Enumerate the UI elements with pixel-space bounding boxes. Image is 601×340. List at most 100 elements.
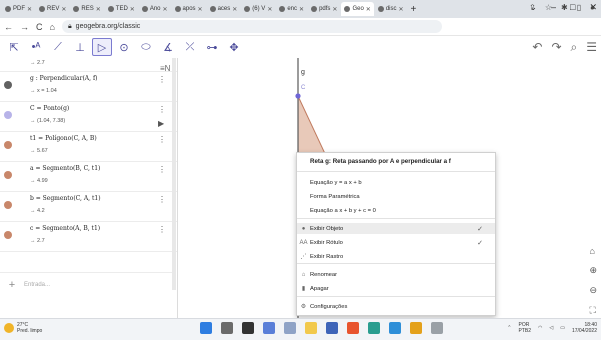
browser-tab[interactable]: RES ✕ xyxy=(70,2,103,16)
context-menu-item[interactable]: ▮ Apagar xyxy=(297,283,495,294)
tab-close-icon[interactable]: ✕ xyxy=(96,6,101,13)
algebra-expression[interactable]: g : Perpendicular(A, f) xyxy=(30,75,98,82)
more-options-icon[interactable]: ⋮ xyxy=(158,195,166,204)
redo-icon[interactable]: ↷ xyxy=(551,40,561,55)
polygon-tool-icon[interactable]: ▷ xyxy=(92,38,112,56)
context-menu-item[interactable]: ● Exibir Objeto ✓ xyxy=(297,223,495,234)
algebra-row[interactable]: t1 = Polígono(C, A, B) → 5.67 ⋮ xyxy=(0,132,177,162)
browser-tab[interactable]: REV ✕ xyxy=(36,2,69,16)
mail-icon[interactable] xyxy=(389,322,401,334)
clock[interactable]: 18:40 17/04/2022 xyxy=(572,322,597,334)
back-icon[interactable]: ← xyxy=(4,22,13,32)
start-icon[interactable] xyxy=(200,322,212,334)
extensions-icon[interactable]: ✱ xyxy=(561,3,568,12)
new-tab-icon[interactable]: + xyxy=(411,4,417,15)
taskview-icon[interactable] xyxy=(242,322,254,334)
search-icon[interactable]: ⌕ xyxy=(571,40,578,55)
undo-icon[interactable]: ↶ xyxy=(532,40,542,55)
more-options-icon[interactable]: ⋮ xyxy=(158,135,166,144)
star-icon[interactable]: ☆ xyxy=(545,3,552,12)
profile-icon[interactable]: ● xyxy=(590,3,595,12)
chrome-icon[interactable] xyxy=(410,322,422,334)
visibility-toggle-icon[interactable] xyxy=(4,81,12,89)
browser-tab[interactable]: Ano ✕ xyxy=(139,2,171,16)
play-animation-icon[interactable]: ▶ xyxy=(158,119,164,128)
more-options-icon[interactable]: ⋮ xyxy=(158,105,166,114)
algebra-row[interactable]: b = Segmento(C, A, t1) → 4.2 ⋮ xyxy=(0,192,177,222)
visibility-toggle-icon[interactable] xyxy=(4,141,12,149)
angle-tool-icon[interactable]: ∡ xyxy=(158,38,178,56)
edge-icon[interactable] xyxy=(368,322,380,334)
visibility-toggle-icon[interactable] xyxy=(4,231,12,239)
more-options-icon[interactable]: ⋮ xyxy=(158,225,166,234)
tab-close-icon[interactable]: ✕ xyxy=(366,6,371,13)
move-graphics-tool-icon[interactable]: ✥ xyxy=(224,38,244,56)
browser-tab[interactable]: enc ✕ xyxy=(276,2,307,16)
share-icon[interactable]: ⇪ xyxy=(529,3,536,12)
browser-tab[interactable]: disc ✕ xyxy=(375,2,407,16)
circle-tool-icon[interactable]: ⊙ xyxy=(114,38,134,56)
language-indicator[interactable]: POR PTB2 xyxy=(518,322,531,334)
point-tool-icon[interactable]: •ᴬ xyxy=(26,38,46,56)
visibility-toggle-icon[interactable] xyxy=(4,111,12,119)
visibility-toggle-icon[interactable] xyxy=(4,171,12,179)
algebra-row[interactable]: g : Perpendicular(A, f) → x = 1.04 ⋮ xyxy=(0,72,177,102)
context-menu-item[interactable]: AA Exibir Rótulo ✓ xyxy=(297,237,495,248)
add-input-icon[interactable]: + xyxy=(0,279,24,291)
algebra-row[interactable]: a = Segmento(B, C, t1) → 4.99 ⋮ xyxy=(0,162,177,192)
search-taskbar-icon[interactable] xyxy=(221,322,233,334)
tab-close-icon[interactable]: ✕ xyxy=(332,6,337,13)
browser-tab[interactable]: apos ✕ xyxy=(172,2,206,16)
browser-tab[interactable]: PDF ✕ xyxy=(2,2,35,16)
perpendicular-tool-icon[interactable]: ⊥ xyxy=(70,38,90,56)
tab-close-icon[interactable]: ✕ xyxy=(27,6,32,13)
browser-tab[interactable]: pdfs ✕ xyxy=(308,2,340,16)
reflect-tool-icon[interactable]: ⤫ xyxy=(180,38,200,56)
context-menu-item[interactable]: Forma Paramétrica xyxy=(297,191,495,202)
context-menu-item[interactable]: Equação y = a x + b xyxy=(297,177,495,188)
teams-icon[interactable] xyxy=(263,322,275,334)
tab-close-icon[interactable]: ✕ xyxy=(163,6,168,13)
office-icon[interactable] xyxy=(347,322,359,334)
context-menu-item[interactable]: ⌂ Renomear xyxy=(297,269,495,280)
url-field[interactable]: 🔒︎ geogebra.org/classic xyxy=(61,20,442,33)
zoom-in-icon[interactable]: ⊕ xyxy=(589,265,597,276)
algebra-expression[interactable]: t1 = Polígono(C, A, B) xyxy=(30,135,97,142)
algebra-expression[interactable]: C = Ponto(g) xyxy=(30,105,69,112)
reload-icon[interactable]: C xyxy=(36,22,43,32)
algebra-row[interactable]: c = Segmento(A, B, t1) → 2.7 ⋮ xyxy=(0,222,177,252)
context-menu-item[interactable]: Equação a x + b y + c = 0 xyxy=(297,205,495,216)
volume-icon[interactable]: ◁ xyxy=(549,325,553,331)
tab-close-icon[interactable]: ✕ xyxy=(299,6,304,13)
algebra-settings-icon[interactable]: ≡Ν xyxy=(160,64,170,73)
algebra-expression[interactable]: c = Segmento(A, B, t1) xyxy=(30,225,100,232)
tab-close-icon[interactable]: ✕ xyxy=(267,6,272,13)
tab-close-icon[interactable]: ✕ xyxy=(398,6,403,13)
browser-tab[interactable]: aces ✕ xyxy=(207,2,241,16)
more-options-icon[interactable]: ⋮ xyxy=(158,75,166,84)
weather-widget[interactable]: 27°C Pred. limpo xyxy=(4,322,42,334)
algebra-row[interactable]: C = Ponto(g) → (1.04, 7.38) ⋮ ▶ xyxy=(0,102,177,132)
visibility-toggle-icon[interactable] xyxy=(4,201,12,209)
context-menu-item[interactable]: ⋰ Exibir Rastro xyxy=(297,251,495,262)
browser-tab[interactable]: Geo ✕ xyxy=(341,2,374,16)
algebra-expression[interactable]: a = Segmento(B, C, t1) xyxy=(30,165,100,172)
tray-chevron-icon[interactable]: ⌃ xyxy=(507,325,511,331)
ellipse-tool-icon[interactable]: ⬭ xyxy=(136,38,156,56)
menu-icon[interactable]: ☰ xyxy=(586,40,597,55)
tab-close-icon[interactable]: ✕ xyxy=(61,6,66,13)
move-tool-icon[interactable]: ⇱ xyxy=(4,38,24,56)
wifi-icon[interactable]: ◠ xyxy=(538,325,542,331)
fullscreen-icon[interactable]: ⛶ xyxy=(589,305,597,316)
more-options-icon[interactable]: ⋮ xyxy=(158,165,166,174)
context-menu-item[interactable]: ⚙ Configurações xyxy=(297,301,495,312)
algebra-row[interactable]: → 2.7 xyxy=(0,58,177,72)
widgets-icon[interactable] xyxy=(284,322,296,334)
battery-icon[interactable]: ▭ xyxy=(560,325,565,331)
folder-icon[interactable] xyxy=(305,322,317,334)
forward-icon[interactable]: → xyxy=(20,22,29,32)
pinned-app-icon[interactable] xyxy=(431,322,443,334)
browser-tab[interactable]: (6) V ✕ xyxy=(241,2,275,16)
tab-close-icon[interactable]: ✕ xyxy=(232,6,237,13)
algebra-input-row[interactable]: + Entrada... xyxy=(0,272,172,296)
